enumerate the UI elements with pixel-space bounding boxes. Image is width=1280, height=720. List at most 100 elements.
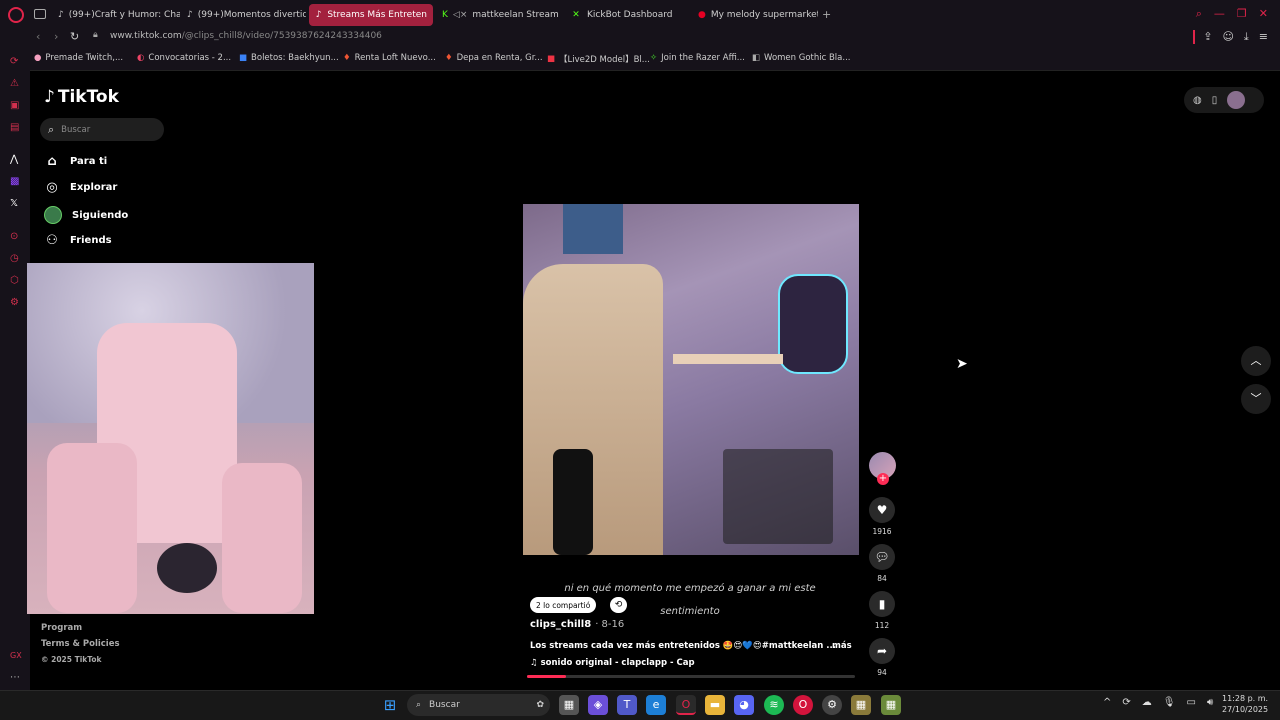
cloud-icon[interactable]: ☁ [1142,697,1152,708]
video-progress-bar[interactable] [527,675,855,678]
minimize-icon[interactable]: — [1214,7,1225,21]
profile-icon[interactable]: ☺ [1222,30,1233,44]
gx-icon[interactable]: GX [10,651,22,660]
share-icon[interactable]: ⇪ [1203,30,1212,44]
edge-icon[interactable]: e [646,695,666,715]
bookmark-favicon: ● [34,53,42,63]
app-icon-2[interactable]: ▦ [881,695,901,715]
share-arrow-icon[interactable]: ➦ [869,638,895,664]
search-icon: ⌕ [48,122,55,136]
bookmark-item[interactable]: ◐ Convocatorias - 2... [137,53,231,63]
comment-action[interactable]: 💬︎ 84 [869,544,895,583]
bookmark-item[interactable]: ✧ Join the Razer Affi... [650,53,745,63]
tab-momentos[interactable]: ♪ (99+)Momentos divertido [181,4,306,26]
opera-logo-icon[interactable] [8,7,24,23]
settings-icon[interactable]: ⚙ [10,297,19,308]
opera-icon[interactable]: O [793,695,813,715]
tab-craft-humor[interactable]: ♪ (99+)Craft y Humor: Chat [52,4,180,26]
tab-streams-active[interactable]: ♪ Streams Más Entreten [309,4,433,26]
nav-para-ti[interactable]: ⌂ Para ti [44,154,107,169]
menu-icon[interactable]: ≡ [1259,30,1268,44]
microphone-icon[interactable]: 🎙︎ [1163,697,1176,708]
x-twitter-icon[interactable]: 𝕏 [10,198,18,209]
app-icon-1[interactable]: ▦ [851,695,871,715]
spotify-icon[interactable]: ≋ [764,695,784,715]
nav-friends[interactable]: ⚇ Friends [44,233,111,248]
player-icon[interactable]: ▣ [10,100,19,111]
repost-icon[interactable]: ⟲ [610,597,627,613]
news-icon[interactable]: ▤ [10,122,19,133]
shared-badge[interactable]: 2 lo compartió [530,597,597,613]
comment-icon[interactable]: 💬︎ [869,544,895,570]
main-video[interactable] [523,204,859,555]
history-icon[interactable]: ◷ [10,253,19,264]
tiktok-logo[interactable]: ♪ TikTok [44,87,119,107]
bookmark-icon[interactable]: ▮ [869,591,895,617]
bookmark-item[interactable]: ■ Boletos: Baekhyun... [239,53,339,63]
music-link[interactable]: ♫ sonido original - clapclapp - Cap [530,658,695,668]
bookmark-item[interactable]: ■ 【Live2D Model】Bl... [547,53,650,65]
previous-video-button[interactable]: ︿ [1241,346,1271,376]
bookmark-item[interactable]: ♦ Depa en Renta, Gr... [445,53,543,63]
sync-icon[interactable]: ⟳ [1122,697,1130,708]
user-avatar[interactable] [1227,91,1246,109]
follow-button[interactable]: + [877,473,889,485]
more-button[interactable]: más [832,641,852,651]
bookmark-item[interactable]: ♦ Renta Loft Nuevo... [343,53,436,63]
clock[interactable]: 11:28 p. m. 27/10/2025 [1222,693,1268,715]
bookmark-item[interactable]: ◧ Women Gothic Bla... [752,53,851,63]
task-view-icon[interactable]: ▦ [559,695,579,715]
file-explorer-icon[interactable]: ▬ [705,695,725,715]
footer-program[interactable]: Program [41,623,82,633]
save-action[interactable]: ▮ 112 [869,591,895,630]
arc-icon[interactable]: ⋀ [10,154,18,165]
taskbar-search[interactable]: ⌕ Buscar ✿ [407,694,550,716]
pip-video[interactable] [27,263,314,614]
bookmark-favicon: ■ [239,53,248,63]
search-input[interactable]: ⌕ Buscar [40,118,164,141]
device-icon[interactable]: ▯ [1212,95,1218,106]
reload-icon[interactable]: ↻ [70,30,79,43]
extensions-icon[interactable]: ⬡ [10,275,19,286]
top-right-toolbar: ◍ ▯ [1184,87,1264,113]
bookmark-item[interactable]: ● Premade Twitch,... [34,53,123,63]
video-author[interactable]: clips_chill8 · 8-16 [530,619,624,630]
share-action[interactable]: ➦ 94 [869,638,895,677]
coin-icon[interactable]: ◍ [1193,95,1202,106]
nav-siguiendo[interactable]: Siguiendo [44,206,128,224]
forward-icon[interactable]: › [54,30,58,43]
more-icon[interactable]: ⋯ [10,672,20,683]
opera-gx-taskbar-icon[interactable]: O [676,695,696,715]
aria-icon[interactable]: ⟳ [10,56,18,67]
new-tab-button[interactable]: + [822,8,831,21]
tiktok-icon: ♪ [58,10,64,20]
download-icon[interactable]: ⤓ [1244,30,1249,44]
tab-kickbot[interactable]: ✕ KickBot Dashboard [564,4,692,26]
next-video-button[interactable]: ﹀ [1241,384,1271,414]
twitch-icon[interactable]: ▩ [10,176,19,187]
mute-icon[interactable]: ◁× [453,10,467,20]
display-icon[interactable]: ▭ [1186,697,1195,708]
tab-my-melody[interactable]: ● My melody supermarket [692,4,818,26]
restore-icon[interactable]: ❐ [1237,7,1247,21]
volume-icon[interactable]: 🔊︎ [1207,697,1213,708]
gx-corner-icon[interactable]: ⚠ [10,78,19,89]
copilot-icon[interactable]: ◈ [588,695,608,715]
close-icon[interactable]: ✕ [1259,7,1268,21]
like-action[interactable]: ♥ 1916 [869,497,895,536]
windows-start-icon[interactable]: ⊞ [380,695,400,715]
back-icon[interactable]: ‹ [36,30,40,43]
discord-icon[interactable]: ◕ [734,695,754,715]
bookmark-favicon: ✧ [650,53,658,63]
tab-mattkeelan[interactable]: K◁×mattkeelan Stream - V [436,4,558,26]
play-circle-icon[interactable]: ⊙ [10,231,18,242]
nav-explorar[interactable]: ◎ Explorar [44,180,117,195]
steam-icon[interactable]: ⚙ [822,695,842,715]
footer-terms[interactable]: Terms & Policies [41,639,120,649]
tab-islands-icon[interactable] [34,9,46,19]
heart-icon[interactable]: ♥ [869,497,895,523]
url-field[interactable]: www.tiktok.com/@clips_chill8/video/75393… [110,31,382,41]
chevron-up-icon[interactable]: ^ [1103,697,1111,708]
teams-icon[interactable]: T [617,695,637,715]
search-tabs-icon[interactable]: ⌕ [1196,7,1202,21]
